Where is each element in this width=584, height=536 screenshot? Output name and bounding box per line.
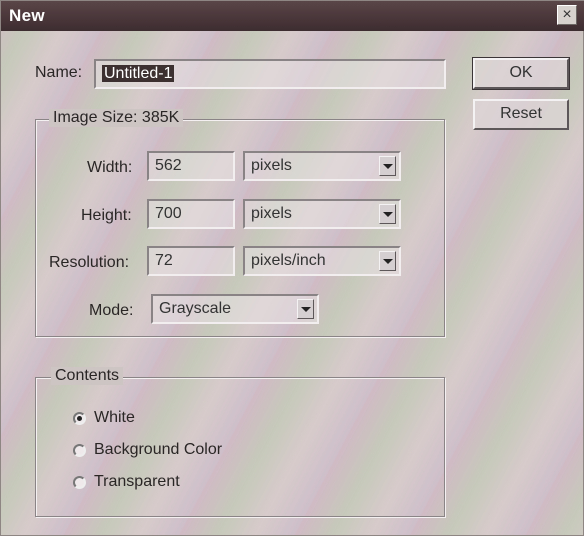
close-button[interactable]: × <box>557 5 577 25</box>
new-document-dialog: New × Name: Untitled-1 OK Reset Image Si… <box>0 0 584 536</box>
chevron-down-icon[interactable] <box>297 299 314 319</box>
name-value: Untitled-1 <box>102 65 175 82</box>
title-bar[interactable]: New × <box>1 1 584 31</box>
width-unit-value: pixels <box>251 157 292 174</box>
radio-transparent[interactable]: Transparent <box>73 473 180 491</box>
reset-button[interactable]: Reset <box>473 99 569 130</box>
mode-value: Grayscale <box>159 300 232 317</box>
resolution-field[interactable]: 72 <box>147 246 235 276</box>
image-size-legend: Image Size: 385K <box>49 109 184 127</box>
ok-button[interactable]: OK <box>472 57 570 90</box>
radio-selected-icon[interactable] <box>73 411 86 425</box>
name-label: Name: <box>35 64 83 81</box>
width-field[interactable]: 562 <box>147 151 235 181</box>
resolution-label: Resolution: <box>49 254 130 271</box>
radio-unselected-icon[interactable] <box>73 475 86 489</box>
dialog-title: New <box>9 6 45 25</box>
chevron-down-icon[interactable] <box>379 204 396 224</box>
radio-transparent-label: Transparent <box>94 473 180 490</box>
name-field[interactable]: Untitled-1 <box>94 59 446 89</box>
close-icon: × <box>562 6 572 23</box>
height-field[interactable]: 700 <box>147 199 235 229</box>
resolution-unit-select[interactable]: pixels/inch <box>243 246 401 276</box>
chevron-down-icon[interactable] <box>379 156 396 176</box>
width-label: Width: <box>87 159 133 176</box>
radio-white[interactable]: White <box>73 409 135 427</box>
height-unit-value: pixels <box>251 205 292 222</box>
resolution-unit-value: pixels/inch <box>251 252 326 269</box>
mode-select[interactable]: Grayscale <box>151 294 319 324</box>
width-unit-select[interactable]: pixels <box>243 151 401 181</box>
radio-background-color[interactable]: Background Color <box>73 441 222 459</box>
chevron-down-icon[interactable] <box>379 251 396 271</box>
height-unit-select[interactable]: pixels <box>243 199 401 229</box>
height-label: Height: <box>81 207 132 224</box>
mode-label: Mode: <box>89 302 134 319</box>
contents-legend: Contents <box>51 367 124 385</box>
radio-white-label: White <box>94 409 135 426</box>
radio-unselected-icon[interactable] <box>73 443 86 457</box>
radio-background-color-label: Background Color <box>94 441 223 458</box>
